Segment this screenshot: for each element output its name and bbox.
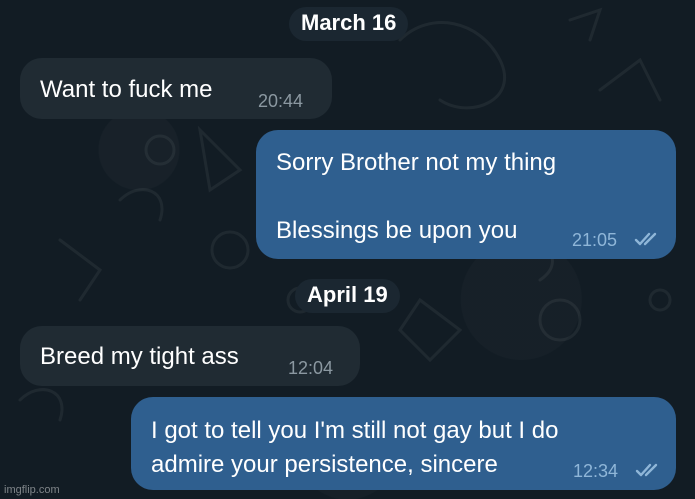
- date-separator: April 19: [295, 279, 400, 313]
- message-text: Sorry Brother not my thing: [276, 149, 557, 176]
- message-text: admire your persistence, sincere: [151, 451, 498, 478]
- message-text: I got to tell you I'm still not gay but …: [151, 417, 559, 444]
- date-separator: March 16: [289, 7, 409, 41]
- date-label: April 19: [307, 282, 388, 307]
- watermark: imgflip.com: [4, 484, 60, 496]
- message-text: Breed my tight ass: [40, 343, 239, 370]
- read-double-check-icon: [635, 463, 658, 477]
- chat-window: March 16 Want to fuck me 20:44 Sorry Bro…: [0, 0, 695, 499]
- incoming-message-bubble[interactable]: Want to fuck me 20:44: [20, 58, 332, 119]
- message-time: 20:44: [258, 91, 304, 111]
- date-label: March 16: [301, 10, 397, 35]
- outgoing-message-bubble[interactable]: Sorry Brother not my thing Blessings be …: [256, 130, 676, 259]
- read-double-check-icon: [634, 232, 657, 246]
- message-time: 21:05: [572, 230, 618, 250]
- message-time: 12:34: [573, 461, 619, 481]
- message-text: Want to fuck me: [40, 76, 213, 103]
- outgoing-message-bubble[interactable]: I got to tell you I'm still not gay but …: [131, 397, 676, 490]
- message-text: Blessings be upon you: [276, 217, 518, 244]
- message-time: 12:04: [288, 358, 334, 378]
- incoming-message-bubble[interactable]: Breed my tight ass 12:04: [20, 326, 360, 386]
